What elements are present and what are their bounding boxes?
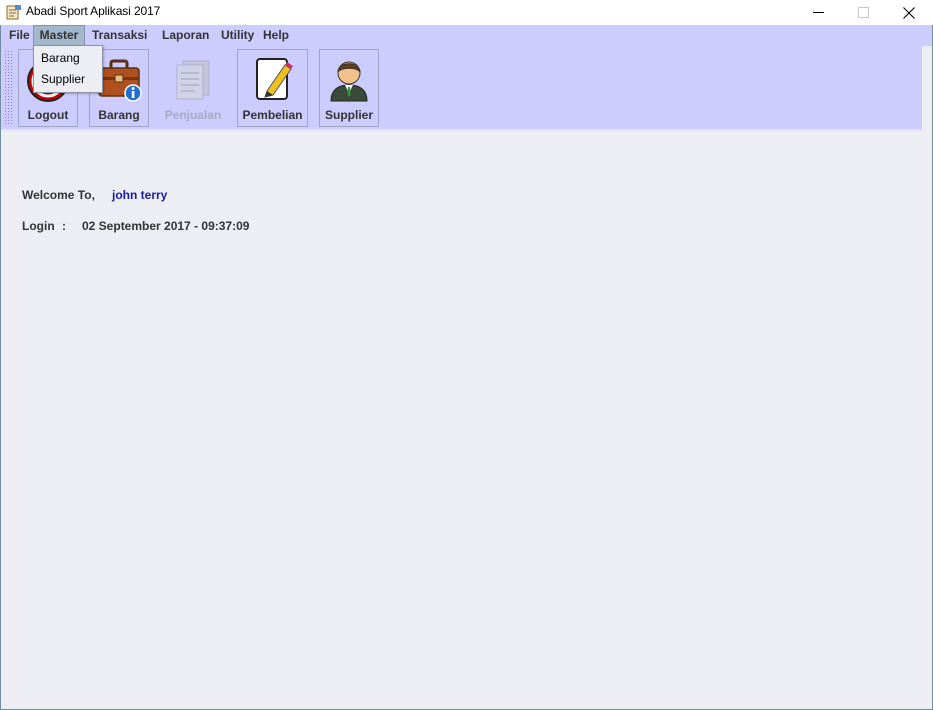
maximize-icon — [857, 7, 869, 18]
welcome-label: Welcome To, — [22, 188, 95, 202]
menu-file[interactable]: File — [4, 25, 35, 46]
title-bar: Abadi Sport Aplikasi 2017 — [0, 0, 933, 25]
menu-bar: File Master Transaksi Laporan Utility He… — [1, 25, 932, 46]
document-pencil-icon — [249, 55, 297, 103]
maximize-button[interactable] — [840, 0, 886, 25]
supplier-label: Supplier — [324, 108, 373, 122]
toolbar-grip[interactable] — [4, 50, 14, 124]
close-button[interactable] — [886, 0, 932, 25]
main-window: File Master Transaksi Laporan Utility He… — [0, 25, 933, 710]
penjualan-label: Penjualan — [164, 108, 222, 122]
login-separator: : — [62, 219, 66, 233]
menu-laporan[interactable]: Laporan — [157, 25, 214, 46]
toolbar: Logout Barang Penjualan Pembelian Suppli… — [1, 46, 922, 131]
menu-utility[interactable]: Utility — [216, 25, 259, 46]
app-icon — [5, 4, 22, 21]
menu-master[interactable]: Master — [33, 25, 85, 46]
close-icon — [903, 6, 915, 19]
master-dropdown-menu: Barang Supplier — [33, 45, 103, 93]
supplier-button[interactable]: Supplier — [319, 49, 379, 127]
login-time: 02 September 2017 - 09:37:09 — [82, 219, 250, 233]
barang-label: Barang — [98, 108, 140, 122]
minimize-button[interactable] — [795, 0, 841, 25]
minimize-icon — [812, 12, 824, 13]
logout-label: Logout — [27, 108, 69, 122]
person-icon — [325, 55, 373, 103]
menu-help[interactable]: Help — [258, 25, 294, 46]
menu-item-supplier[interactable]: Supplier — [34, 69, 102, 90]
window-title: Abadi Sport Aplikasi 2017 — [26, 4, 161, 18]
penjualan-button[interactable]: Penjualan — [159, 49, 227, 127]
documents-icon — [169, 55, 217, 103]
user-name: john terry — [112, 188, 168, 202]
menu-transaksi[interactable]: Transaksi — [87, 25, 152, 46]
pembelian-label: Pembelian — [242, 108, 303, 122]
login-label: Login — [22, 219, 55, 233]
menu-item-barang[interactable]: Barang — [34, 48, 102, 69]
pembelian-button[interactable]: Pembelian — [237, 49, 308, 127]
